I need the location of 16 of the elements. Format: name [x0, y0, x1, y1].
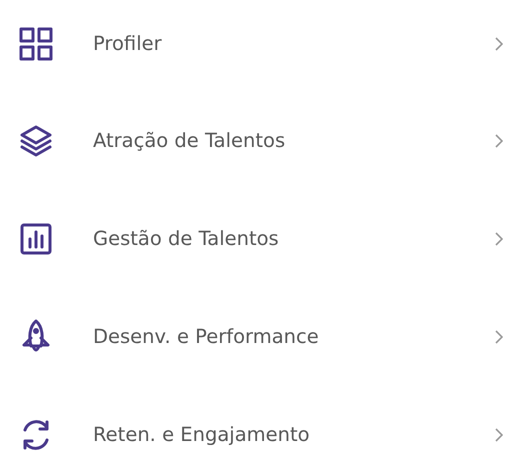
menu-item[interactable]: Reten. e Engajamento	[0, 412, 505, 458]
menu-item[interactable]: Gestão de Talentos	[0, 216, 505, 262]
menu-label: Reten. e Engajamento	[93, 422, 311, 448]
chevron-icon	[495, 37, 503, 51]
grid-icon	[17, 25, 55, 63]
menu-label: Gestão de Talentos	[93, 226, 280, 252]
chevron-icon	[495, 330, 503, 344]
menu-item[interactable]: Profiler	[0, 22, 505, 66]
menu-label: Desenv. e Performance	[93, 324, 320, 350]
chevron-icon	[495, 134, 503, 148]
menu-item[interactable]: Atração de Talentos	[0, 118, 505, 164]
menu-label: Profiler	[93, 31, 163, 58]
menu-label: Atração de Talentos	[93, 128, 286, 154]
chevron-icon	[495, 232, 503, 246]
chevron-icon	[495, 428, 503, 442]
menu-item[interactable]: Desenv. e Performance	[0, 314, 505, 360]
